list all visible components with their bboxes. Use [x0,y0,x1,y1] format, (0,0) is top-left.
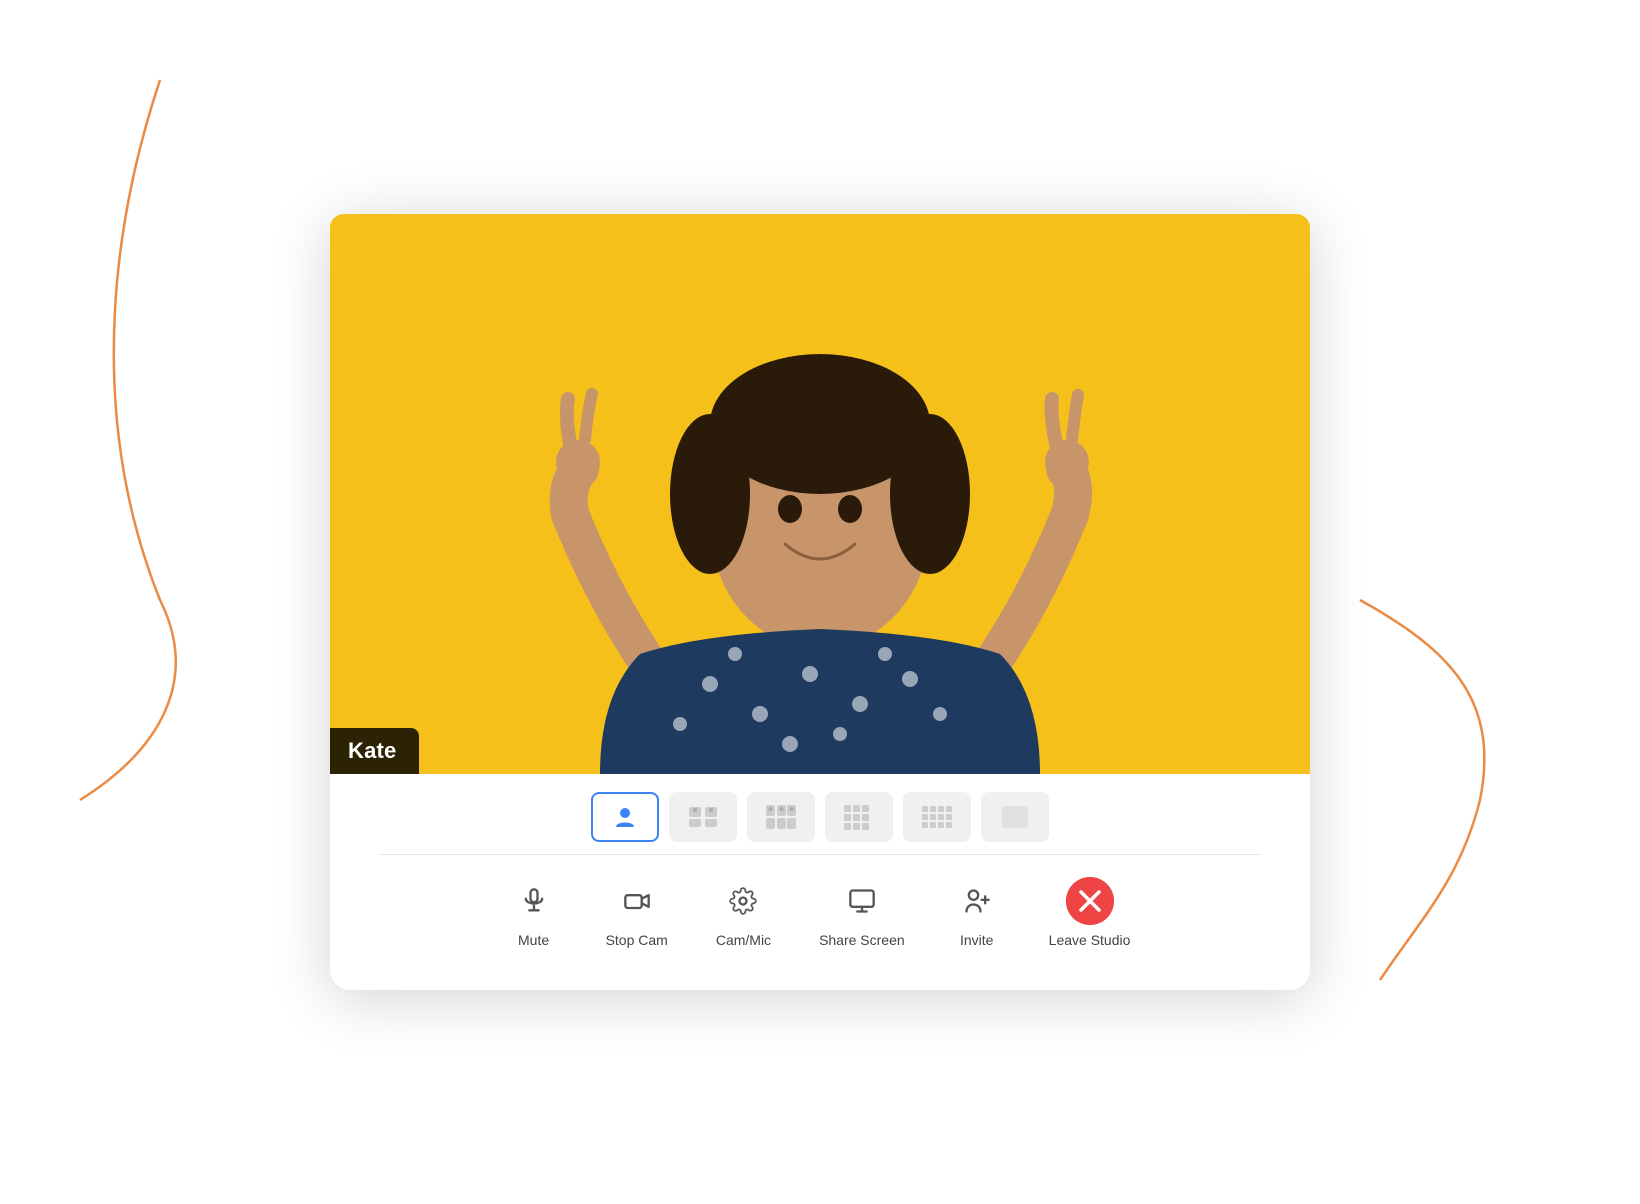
close-icon [1066,877,1114,925]
layout-single-button[interactable] [591,792,659,842]
mic-icon [520,887,548,915]
layout-selector [330,774,1310,854]
camera-icon [623,887,651,915]
controls-bar: Mute Stop Cam Cam/Mic [330,855,1310,960]
mute-icon-wrap [510,877,558,925]
layout-4up-button[interactable] [825,792,893,842]
layout-blank-button[interactable] [981,792,1049,842]
video-feed: Kate [330,214,1310,774]
stop-cam-label: Stop Cam [606,932,668,948]
layout-3up-button[interactable] [747,792,815,842]
cam-mic-label: Cam/Mic [716,932,771,948]
cam-mic-button[interactable]: Cam/Mic [716,877,771,948]
share-screen-icon-wrap [838,877,886,925]
mute-button[interactable]: Mute [510,877,558,948]
participant-name-badge: Kate [330,728,419,774]
monitor-icon [848,887,876,915]
layout-5up-button[interactable] [903,792,971,842]
stop-cam-button[interactable]: Stop Cam [606,877,668,948]
invite-icon-wrap [953,877,1001,925]
cam-mic-icon-wrap [719,877,767,925]
leave-studio-icon-wrap [1066,877,1114,925]
video-area: Kate [330,214,1310,774]
video-app: Kate [330,214,1310,990]
share-screen-button[interactable]: Share Screen [819,877,905,948]
add-person-icon [963,887,991,915]
leave-studio-label: Leave Studio [1049,932,1131,948]
leave-studio-button[interactable]: Leave Studio [1049,877,1131,948]
layout-2up-button[interactable] [669,792,737,842]
mute-label: Mute [518,932,549,948]
stop-cam-icon-wrap [613,877,661,925]
invite-label: Invite [960,932,993,948]
participant-video [330,214,1310,774]
settings-icon [729,887,757,915]
invite-button[interactable]: Invite [953,877,1001,948]
share-screen-label: Share Screen [819,932,905,948]
